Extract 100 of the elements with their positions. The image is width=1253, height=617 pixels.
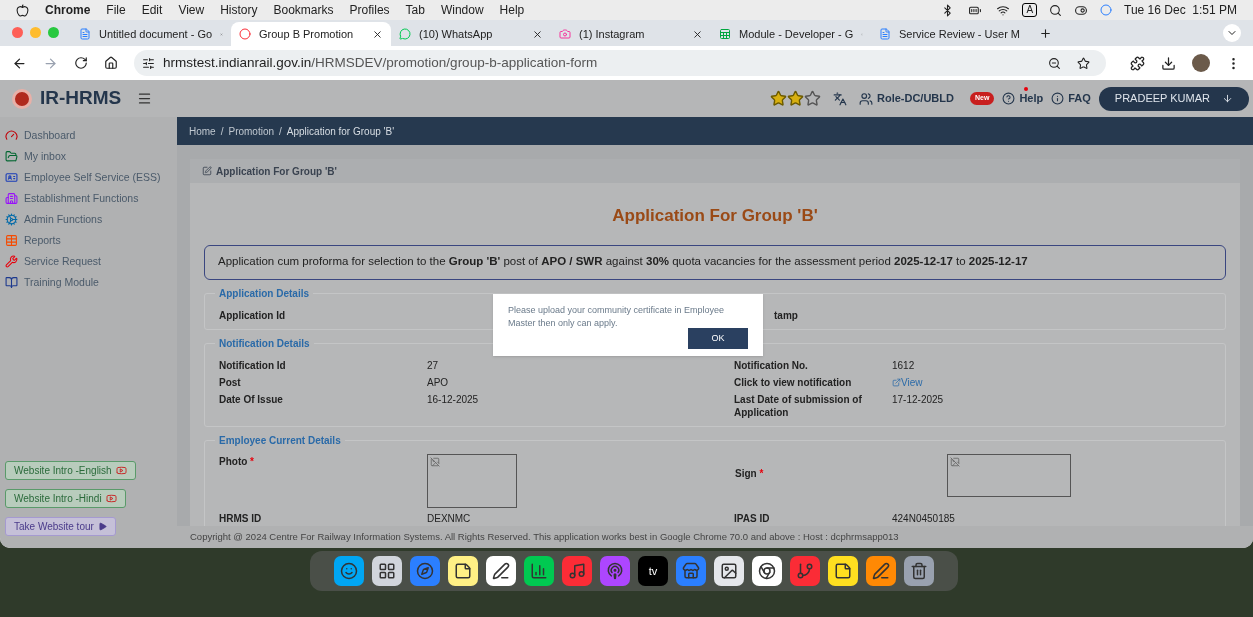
- menu-clock[interactable]: Tue 16 Dec 1:51 PM: [1124, 1, 1237, 19]
- menu-item[interactable]: View: [178, 1, 205, 19]
- close-icon[interactable]: [532, 28, 543, 40]
- menu-icon[interactable]: [137, 91, 153, 106]
- back-icon[interactable]: [12, 55, 27, 71]
- menu-item[interactable]: Tab: [405, 1, 425, 19]
- dock-app-icon[interactable]: [752, 556, 782, 586]
- forward-icon[interactable]: [43, 55, 58, 71]
- brand-name[interactable]: IR-HRMS: [40, 84, 122, 113]
- section-title: Employee Current Details: [218, 433, 342, 448]
- tab-favicon-icon: [719, 28, 731, 40]
- tab-list-icon[interactable]: [1223, 24, 1241, 42]
- faq-link[interactable]: FAQ: [1068, 90, 1091, 107]
- field-label: Date Of Issue: [219, 392, 284, 407]
- section-title: Notification Details: [218, 336, 311, 351]
- tab-title: Group B Promotion: [259, 26, 355, 42]
- info-icon[interactable]: [1051, 92, 1065, 105]
- field-label: Sign *: [734, 466, 765, 481]
- menu-item[interactable]: Window: [440, 1, 484, 19]
- dock-app-icon[interactable]: [866, 556, 896, 586]
- breadcrumb-separator: /: [279, 124, 282, 139]
- sidebar-item-icon: [5, 129, 18, 142]
- sidebar-intro-button[interactable]: Website Intro -English: [5, 461, 136, 480]
- reload-icon[interactable]: [74, 56, 88, 70]
- dock-app-icon[interactable]: [828, 556, 858, 586]
- tab-title: (1) Instagram: [579, 26, 646, 42]
- address-field[interactable]: hrmstest.indianrail.gov.in/HRMSDEV/promotion/group-b-application-form: [134, 50, 1106, 76]
- play-icon: [97, 522, 107, 531]
- menu-item[interactable]: Bookmarks: [273, 1, 334, 19]
- search-icon[interactable]: [1049, 3, 1063, 17]
- star-icon: [769, 90, 787, 107]
- help-link[interactable]: Help: [1019, 90, 1044, 107]
- tv-app-icon[interactable]: tv: [638, 556, 668, 586]
- home-icon[interactable]: [104, 56, 118, 70]
- dock-app-icon[interactable]: [524, 556, 554, 586]
- site-settings-icon[interactable]: [142, 56, 155, 70]
- close-icon[interactable]: [692, 28, 703, 40]
- bookmark-star-icon[interactable]: [1077, 56, 1090, 70]
- field-label: Notification No.: [734, 358, 809, 372]
- star-icon: [786, 90, 804, 107]
- breadcrumb-link[interactable]: Promotion: [228, 123, 275, 139]
- copyright-text: Copyright @ 2024 Centre For Railway Information Systems. All Rights Reserved. This application works best in Google Chrome 70.0 and above : Host : dcphrmsapp013: [190, 529, 899, 544]
- sidebar-item-icon: [5, 171, 18, 184]
- download-icon[interactable]: [1161, 55, 1176, 71]
- breadcrumb-link[interactable]: Home: [189, 123, 216, 139]
- ok-button[interactable]: OK: [688, 328, 748, 349]
- sidebar-intro-button[interactable]: Website Intro -Hindi: [5, 489, 126, 508]
- browser-tab[interactable]: Service Review - User M: [871, 22, 1031, 46]
- users-icon: [858, 91, 873, 106]
- tab-favicon-icon: [879, 28, 891, 40]
- sidebar-item[interactable]: Service Request: [5, 255, 177, 268]
- browser-tab[interactable]: Module - Developer - G: [711, 22, 871, 46]
- section-title: Application Details: [218, 286, 310, 301]
- sidebar-item[interactable]: Dashboard: [5, 129, 177, 142]
- browser-tab[interactable]: Group B Promotion: [231, 22, 391, 46]
- wifi-icon[interactable]: [996, 3, 1011, 17]
- input-source-indicator[interactable]: A: [1022, 3, 1038, 17]
- url-path: /HRMSDEV/promotion/group-b-application-form: [311, 53, 598, 72]
- browser-tab[interactable]: (10) WhatsApp: [391, 22, 551, 46]
- sidebar-intro-button[interactable]: Take Website tour: [5, 517, 116, 536]
- dialog-message: Please upload your community certificate in Employee Master then only can apply.: [508, 304, 726, 330]
- close-icon[interactable]: [372, 28, 383, 40]
- field-value: 16-12-2025: [427, 392, 480, 407]
- help-icon[interactable]: [1002, 92, 1016, 105]
- user-menu-button[interactable]: PRADEEP KUMAR: [1098, 86, 1249, 111]
- menu-item[interactable]: Edit: [141, 1, 163, 19]
- tab-title: (10) WhatsApp: [419, 26, 494, 42]
- extensions-icon[interactable]: [1130, 55, 1145, 71]
- tab-title: Service Review - User M: [899, 26, 1021, 42]
- role-link[interactable]: Role-DC/UBLD: [876, 90, 954, 107]
- form-title: Application For Group 'B': [611, 205, 819, 227]
- dock-app-icon[interactable]: [714, 556, 744, 586]
- profile-avatar[interactable]: [1192, 54, 1210, 72]
- new-tab-icon[interactable]: [1039, 27, 1052, 40]
- translate-icon[interactable]: [832, 91, 847, 106]
- zoom-icon[interactable]: [1048, 56, 1061, 70]
- menu-item[interactable]: File: [106, 1, 126, 19]
- tab-favicon-icon: [239, 28, 251, 40]
- dock-app-icon[interactable]: [486, 556, 516, 586]
- menu-app-name[interactable]: Chrome: [45, 1, 91, 19]
- sidebar-item-icon: [5, 150, 18, 163]
- dock-app-icon[interactable]: [448, 556, 478, 586]
- toggle-icon[interactable]: [1074, 3, 1089, 17]
- field-label: IPAS ID: [734, 511, 771, 525]
- field-label: HRMS ID: [219, 511, 263, 525]
- field-label: Notification Id: [219, 358, 287, 372]
- sidebar-item-icon: [5, 255, 18, 268]
- menu-item[interactable]: History: [220, 1, 258, 19]
- dock-app-icon[interactable]: [372, 556, 402, 586]
- sidebar-item-icon: [5, 213, 18, 226]
- breadcrumb-link[interactable]: Application for Group 'B': [286, 123, 395, 139]
- video-icon: [115, 465, 127, 476]
- menu-item[interactable]: Profiles: [349, 1, 390, 19]
- field-value: DEXNMC: [427, 511, 472, 525]
- browser-tab[interactable]: (1) Instagram: [551, 22, 711, 46]
- field-label: tamp: [773, 308, 799, 322]
- apple-icon[interactable]: [16, 3, 29, 17]
- browser-tab[interactable]: Untitled document - Go: [71, 22, 231, 46]
- menu-item[interactable]: Help: [499, 1, 525, 19]
- sidebar-item-icon: [5, 192, 18, 205]
